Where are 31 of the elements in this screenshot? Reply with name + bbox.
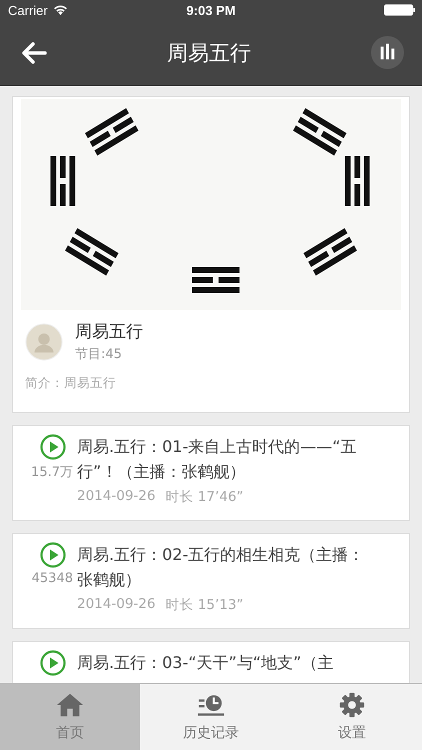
episode-date: 2014-09-26 xyxy=(77,488,156,506)
episode-duration: 时长 17’46” xyxy=(165,488,244,506)
episode-title: 周易.五行：03-“天干”与“地支”（主 xyxy=(77,652,334,674)
episode-duration: 时长 15’13” xyxy=(165,596,244,614)
play-icon[interactable] xyxy=(40,650,66,676)
episode-title: 周易.五行：01-来自上古时代的——“五行”！（主播：张鹤舰） xyxy=(77,436,358,483)
page-title: 周易五行 xyxy=(167,40,251,66)
clock: 9:03 PM xyxy=(186,2,236,18)
play-count: 45348 xyxy=(32,571,73,586)
battery-icon xyxy=(384,4,416,16)
episode-count: 节目:45 xyxy=(75,346,123,363)
clock-icon xyxy=(197,692,225,718)
play-icon[interactable] xyxy=(40,542,66,568)
episode-card[interactable]: 15.7万 周易.五行：01-来自上古时代的——“五行”！（主播：张鹤舰） 2014-09-26 时长 17’46” xyxy=(12,425,410,521)
equalizer-icon[interactable] xyxy=(371,36,404,69)
wifi-icon xyxy=(52,4,68,16)
carrier-label: Carrier xyxy=(8,2,48,18)
home-icon xyxy=(56,692,84,718)
tab[interactable]: 历史记录 xyxy=(140,684,282,750)
settings-icon xyxy=(338,692,366,718)
album-intro: 简介：周易五行 xyxy=(24,375,117,392)
back-arrow-icon[interactable] xyxy=(21,42,47,64)
tab[interactable]: 设置 xyxy=(282,684,422,750)
play-count: 15.7万 xyxy=(31,464,73,481)
album-title: 周易五行 xyxy=(75,321,143,343)
episode-card[interactable]: 周易.五行：03-“天干”与“地支”（主 xyxy=(12,641,410,683)
episode-title: 周易.五行：02-五行的相生相克（主播：张鹤舰） xyxy=(77,544,366,591)
avatar-icon xyxy=(25,322,63,360)
episode-date: 2014-09-26 xyxy=(77,596,156,614)
episode-card[interactable]: 45348 周易.五行：02-五行的相生相克（主播：张鹤舰） 2014-09-26 时长 15’13” xyxy=(12,533,410,629)
play-icon[interactable] xyxy=(40,434,66,460)
